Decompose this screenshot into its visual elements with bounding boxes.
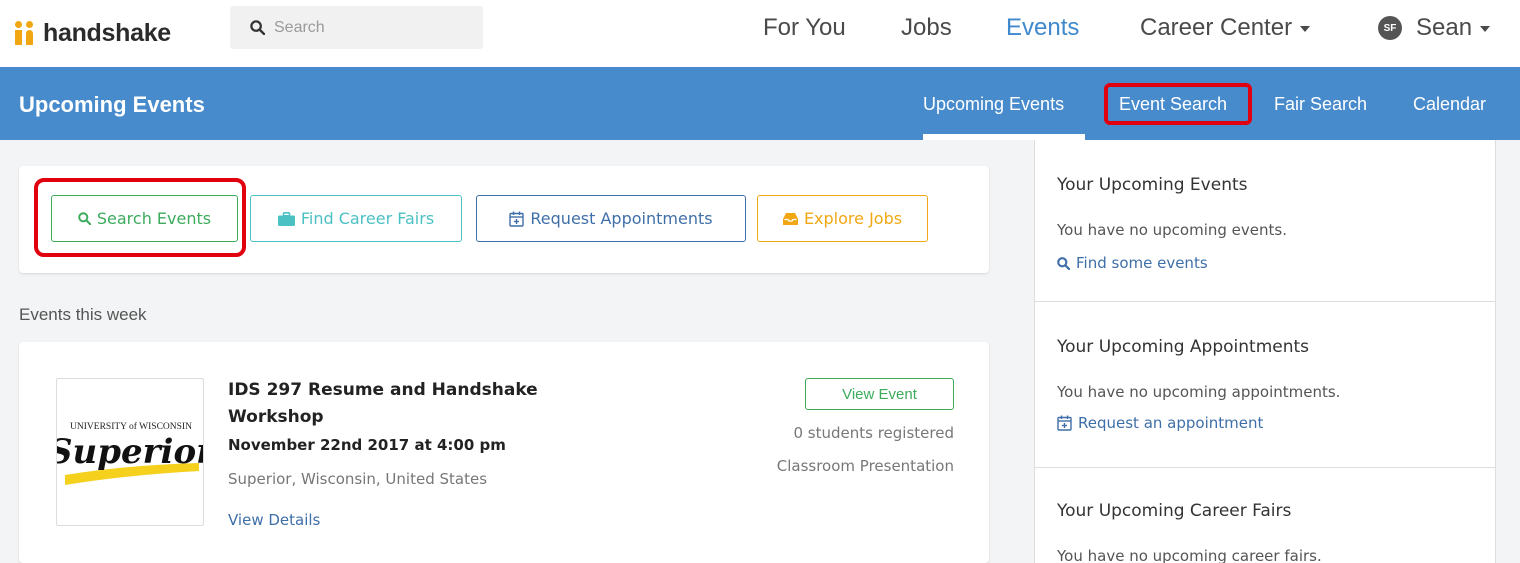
logo-university-text: UNIVERSITY of WISCONSIN bbox=[70, 421, 192, 432]
sidebar-panel: Your Upcoming Events You have no upcomin… bbox=[1034, 140, 1496, 563]
search-icon bbox=[1057, 256, 1070, 270]
avatar[interactable]: SF bbox=[1378, 16, 1402, 40]
upcoming-career-fairs-title: Your Upcoming Career Fairs bbox=[1057, 501, 1292, 521]
request-appointment-link[interactable]: Request an appointment bbox=[1057, 414, 1263, 432]
calendar-plus-icon bbox=[509, 211, 525, 227]
upcoming-career-fairs-panel: Your Upcoming Career Fairs You have no u… bbox=[1035, 468, 1495, 563]
user-menu-dropdown[interactable]: Sean bbox=[1416, 14, 1491, 42]
event-date: November 22nd 2017 at 4:00 pm bbox=[228, 436, 506, 454]
section-heading-events-this-week: Events this week bbox=[19, 305, 147, 324]
user-name: Sean bbox=[1416, 14, 1473, 41]
page-title: Upcoming Events bbox=[19, 92, 205, 117]
chevron-down-icon bbox=[1300, 25, 1311, 32]
event-title[interactable]: IDS 297 Resume and Handshake Workshop bbox=[228, 377, 588, 431]
find-some-events-link[interactable]: Find some events bbox=[1057, 254, 1208, 272]
request-appointments-button[interactable]: Request Appointments bbox=[476, 195, 746, 242]
find-some-events-label: Find some events bbox=[1076, 254, 1208, 272]
nav-events[interactable]: Events bbox=[1006, 14, 1079, 42]
request-appointment-label: Request an appointment bbox=[1078, 414, 1264, 432]
nav-jobs[interactable]: Jobs bbox=[901, 14, 952, 42]
nav-career-center-label: Career Center bbox=[1140, 14, 1293, 41]
upcoming-events-panel: Your Upcoming Events You have no upcomin… bbox=[1035, 140, 1495, 302]
event-organizer-logo: UNIVERSITY of WISCONSIN Superior bbox=[56, 378, 204, 526]
upcoming-career-fairs-empty-text: You have no upcoming career fairs. bbox=[1057, 547, 1322, 563]
global-search-input[interactable] bbox=[274, 18, 474, 37]
global-search[interactable] bbox=[230, 6, 483, 49]
page-header: Upcoming Events Upcoming Events Event Se… bbox=[0, 67, 1520, 140]
view-details-link[interactable]: View Details bbox=[228, 511, 320, 529]
event-location: Superior, Wisconsin, United States bbox=[228, 470, 488, 488]
tab-fair-search[interactable]: Fair Search bbox=[1274, 94, 1367, 115]
uw-superior-logo-icon: UNIVERSITY of WISCONSIN Superior bbox=[57, 421, 204, 485]
find-career-fairs-button[interactable]: Find Career Fairs bbox=[250, 195, 462, 242]
upcoming-events-title: Your Upcoming Events bbox=[1057, 175, 1248, 195]
handshake-logo-icon bbox=[15, 21, 37, 45]
tab-calendar[interactable]: Calendar bbox=[1413, 94, 1486, 115]
handshake-logo[interactable]: handshake bbox=[15, 16, 171, 50]
event-registered-count: 0 students registered bbox=[793, 424, 954, 442]
search-icon bbox=[250, 20, 265, 35]
explore-jobs-button[interactable]: Explore Jobs bbox=[757, 195, 928, 242]
request-appointments-label: Request Appointments bbox=[530, 209, 713, 228]
explore-jobs-label: Explore Jobs bbox=[803, 209, 903, 228]
upcoming-appointments-panel: Your Upcoming Appointments You have no u… bbox=[1035, 302, 1495, 468]
chevron-down-icon bbox=[1480, 25, 1491, 32]
highlight-box-search-events bbox=[34, 178, 246, 257]
upcoming-events-empty-text: You have no upcoming events. bbox=[1057, 221, 1287, 239]
find-career-fairs-label: Find Career Fairs bbox=[300, 209, 435, 228]
highlight-box-event-search bbox=[1104, 83, 1252, 125]
logo-campus-text: Superior bbox=[57, 432, 204, 472]
nav-career-center-dropdown[interactable]: Career Center bbox=[1140, 14, 1311, 42]
upcoming-appointments-title: Your Upcoming Appointments bbox=[1057, 337, 1310, 357]
upcoming-appointments-empty-text: You have no upcoming appointments. bbox=[1057, 383, 1341, 401]
nav-for-you[interactable]: For You bbox=[763, 14, 846, 42]
inbox-icon bbox=[782, 212, 798, 225]
brand-name: handshake bbox=[43, 18, 171, 47]
calendar-plus-icon bbox=[1057, 415, 1072, 431]
view-event-button[interactable]: View Event bbox=[805, 378, 954, 410]
top-navigation: handshake For You Jobs Events Career Cen… bbox=[0, 0, 1520, 67]
briefcase-icon bbox=[277, 211, 295, 226]
tab-upcoming-events[interactable]: Upcoming Events bbox=[923, 94, 1064, 115]
event-type: Classroom Presentation bbox=[776, 457, 954, 475]
